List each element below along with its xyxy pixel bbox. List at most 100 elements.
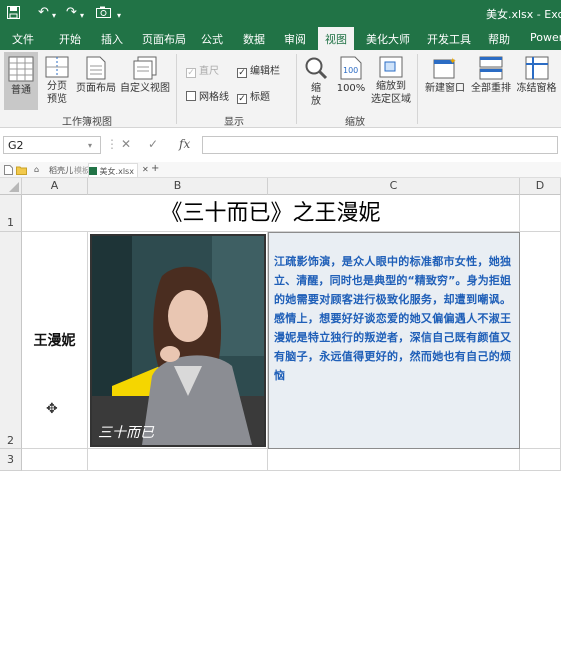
name-text: 王漫妮 (33, 333, 76, 349)
headings-checkbox[interactable]: ✓ 标题 (237, 88, 270, 104)
tab-formulas[interactable]: 公式 (201, 31, 223, 47)
zoom-to-selection-button[interactable]: 缩放到 选定区域 (370, 52, 412, 110)
page-break-label-2: 预览 (47, 94, 67, 105)
title-cell[interactable]: 《三十而已》之王漫妮 (22, 195, 520, 232)
custom-views-button[interactable]: 自定义视图 (118, 52, 172, 110)
tab-page-layout[interactable]: 页面布局 (142, 31, 186, 47)
insert-function-icon[interactable]: fx (179, 137, 190, 151)
arrange-all-label: 全部重排 (471, 83, 511, 94)
row-header-2[interactable]: 2 (0, 232, 22, 449)
home-tab-icon[interactable]: ⌂ (34, 165, 39, 174)
save-icon[interactable] (7, 6, 20, 23)
custom-views-icon (133, 56, 157, 80)
new-tab-icon[interactable]: + (151, 163, 159, 174)
magnifier-icon (305, 57, 328, 80)
customize-qat-icon[interactable]: ▾ (117, 9, 121, 23)
formula-bar-checkbox[interactable]: ✓ 编辑栏 (237, 62, 280, 78)
zoom-label-1: 缩 (311, 83, 321, 94)
photo-caption: 三十而已 (98, 425, 154, 441)
close-tab-icon[interactable]: ✕ (142, 165, 149, 174)
column-header-b[interactable]: B (88, 178, 268, 195)
column-header-d[interactable]: D (520, 178, 561, 195)
undo-dropdown-icon[interactable]: ▾ (52, 9, 56, 23)
zoom-100-label: 100% (336, 83, 366, 94)
group-label-zoom: 缩放 (345, 117, 365, 128)
svg-text:✦: ✦ (449, 57, 457, 67)
formula-input[interactable] (202, 136, 558, 154)
tab-data[interactable]: 数据 (243, 31, 265, 47)
freeze-panes-button[interactable]: 冻结窗格 (514, 52, 559, 110)
excel-file-icon (89, 167, 97, 175)
new-window-button[interactable]: ✦ 新建窗口 (423, 52, 467, 110)
redo-icon[interactable]: ↷ (66, 6, 77, 20)
folder-icon[interactable] (16, 165, 27, 177)
group-separator (176, 54, 177, 124)
cell-b3[interactable] (88, 449, 268, 471)
custom-views-label: 自定义视图 (120, 83, 170, 94)
redo-dropdown-icon[interactable]: ▾ (80, 9, 84, 23)
page-layout-view-button[interactable]: 页面布局 (75, 52, 117, 110)
window-title: 美女.xlsx - Excel (486, 8, 561, 21)
cell-d2[interactable] (520, 232, 561, 449)
cell-d1[interactable] (520, 195, 561, 232)
more-icon: ⋮ (106, 137, 118, 151)
zoom-selection-label-1: 缩放到 (376, 81, 406, 92)
zoom-button[interactable]: 缩 放 (302, 52, 330, 110)
tab-home[interactable]: 开始 (59, 31, 81, 47)
tab-file[interactable]: 文件 (12, 31, 34, 47)
group-label-show: 显示 (224, 117, 244, 128)
new-window-icon: ✦ (433, 57, 457, 79)
description-cell[interactable]: 江疏影饰演，是众人眼中的标准都市女性，她独立、清醒，同时也是典型的“精致穷”。身… (268, 232, 520, 449)
row-header-1[interactable]: 1 (0, 195, 22, 232)
checkbox-empty-icon (186, 91, 196, 101)
zoom-100-button[interactable]: 100 100% (334, 52, 368, 110)
tab-insert[interactable]: 插入 (101, 31, 123, 47)
name-box-dropdown-icon[interactable]: ▾ (88, 141, 92, 150)
formula-bar: G2 ▾ ⋮ ✕ ✓ fx (0, 134, 561, 156)
undo-icon[interactable]: ↶ (38, 6, 49, 20)
select-all-icon (9, 182, 19, 192)
tab-developer[interactable]: 开发工具 (427, 31, 471, 47)
ruler-checkbox[interactable]: ✓ 直尺 (186, 62, 219, 78)
group-separator (296, 54, 297, 124)
page-break-label-1: 分页 (47, 81, 67, 92)
camera-icon[interactable] (96, 6, 111, 22)
cell-c3[interactable] (268, 449, 520, 471)
ribbon: 普通 分页 预览 页面布局 自定义视图 工作簿视图 ✓直尺 ✓编辑栏 网格线 (0, 50, 561, 128)
tab-beautify-master[interactable]: 美化大师 (366, 31, 410, 47)
select-all-corner[interactable] (0, 178, 22, 195)
document-icon[interactable] (4, 165, 13, 177)
column-header-a[interactable]: A (22, 178, 88, 195)
photo-cell[interactable]: 三十而已 (88, 232, 268, 449)
portrait-photo[interactable]: 三十而已 (90, 234, 266, 447)
file-tab-active[interactable]: 美女.xlsx (88, 163, 138, 177)
normal-view-label: 普通 (11, 85, 31, 96)
file-tab-docer[interactable]: 稻壳儿 (49, 165, 73, 176)
cell-d3[interactable] (520, 449, 561, 471)
column-header-c[interactable]: C (268, 178, 520, 195)
zoom-label-2: 放 (311, 96, 321, 107)
checkbox-check-icon: ✓ (186, 68, 196, 78)
cancel-icon[interactable]: ✕ (121, 137, 131, 151)
normal-view-button[interactable]: 普通 (4, 52, 38, 110)
cell-a3[interactable] (22, 449, 88, 471)
tab-power[interactable]: Power (530, 31, 561, 44)
file-tab-label: 美女.xlsx (99, 167, 134, 176)
row-header-3[interactable]: 3 (0, 449, 22, 471)
tab-help[interactable]: 帮助 (488, 31, 510, 47)
name-box[interactable]: G2 (3, 136, 101, 154)
tab-review[interactable]: 审阅 (284, 31, 306, 47)
arrange-all-button[interactable]: 全部重排 (469, 52, 513, 110)
checkbox-check-icon: ✓ (237, 68, 247, 78)
page-layout-label: 页面布局 (76, 83, 116, 94)
tab-view[interactable]: 视图 (318, 27, 354, 50)
enter-icon[interactable]: ✓ (148, 137, 158, 151)
page-layout-icon (86, 56, 106, 80)
new-window-label: 新建窗口 (425, 83, 465, 94)
title-bar: ↶ ▾ ↷ ▾ ▾ 美女.xlsx - Excel (0, 0, 561, 27)
gridlines-checkbox[interactable]: 网格线 (186, 88, 229, 103)
checkbox-check-icon: ✓ (237, 94, 247, 104)
portrait-illustration (92, 236, 264, 445)
page-break-preview-button[interactable]: 分页 预览 (42, 52, 72, 110)
zoom-to-selection-icon (379, 56, 403, 78)
